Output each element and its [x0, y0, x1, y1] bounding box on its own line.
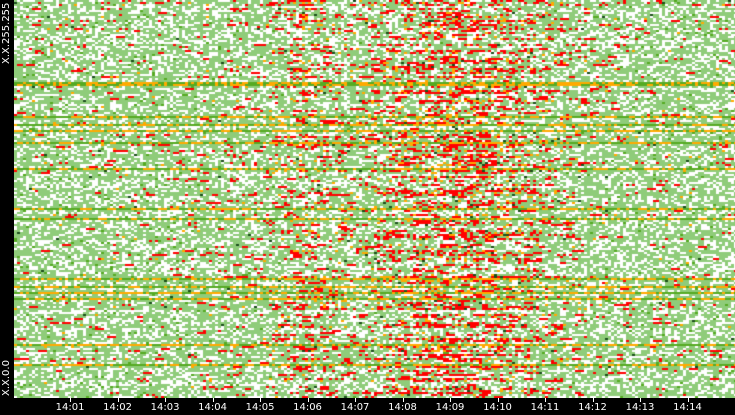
x-tick-label: 14:08	[388, 402, 417, 413]
heatmap-chart: X.X.255.255 X.X.0.0 14:01 14:02 14:03 14:04…	[0, 0, 735, 415]
y-tick-label: X.X.255.255	[1, 2, 12, 64]
x-tick-label: 14:11	[530, 402, 560, 413]
x-tick-label: 14:13	[625, 402, 655, 413]
heatmap-plot-area	[14, 0, 735, 398]
y-tick-label: X.X.0.0	[1, 360, 12, 396]
x-tick-label: 14:12	[578, 402, 607, 413]
x-tick-label: 14:06	[293, 402, 322, 413]
x-tick-label: 14:14	[673, 402, 702, 413]
x-tick-label: 14:01	[55, 402, 85, 413]
y-axis: X.X.255.255 X.X.0.0	[0, 0, 14, 398]
x-tick-label: 14:07	[340, 402, 370, 413]
x-tick-label: 14:02	[103, 402, 132, 413]
x-tick-label: 14:10	[483, 402, 512, 413]
x-axis: 14:01 14:02 14:03 14:04 14:05 14:06 14:07 14:08…	[0, 398, 735, 415]
x-tick-label: 14:05	[245, 402, 275, 413]
x-tick-label: 14:09	[435, 402, 465, 413]
x-tick-label: 14:04	[198, 402, 227, 413]
x-tick-label: 14:03	[150, 402, 180, 413]
